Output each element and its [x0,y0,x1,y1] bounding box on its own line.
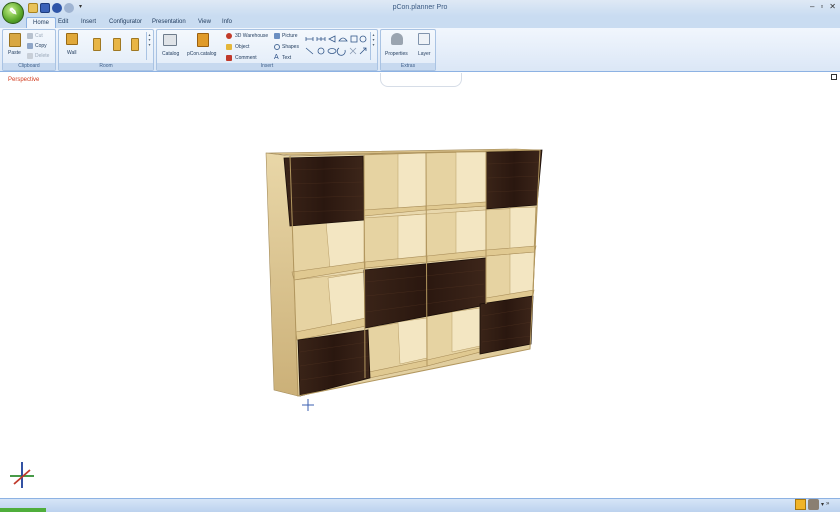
copy-icon [27,43,33,49]
expand-icon[interactable]: » [826,499,836,510]
app-orb-icon[interactable]: ✎ [2,2,24,24]
room-group-label: Room [59,63,153,70]
extras-group-label: Extras [381,63,435,70]
tab-configurator[interactable]: Configurator [103,17,148,28]
title-bar: ▾ pCon.planner Pro – ▫ ✕ [0,0,840,16]
3d-warehouse-button[interactable]: 3D Warehouse [235,33,268,39]
shelving-unit[interactable] [265,148,543,397]
axes-icon [10,462,34,488]
ribbon-tabs: Home Edit Insert Configurator Presentati… [0,16,840,40]
grid-icon[interactable] [794,499,806,510]
delete-button[interactable]: Delete [35,53,49,59]
room-gallery-scroll[interactable]: ▴ ▾ ▾ [146,32,152,60]
tab-view[interactable]: View [192,17,217,28]
text-button[interactable]: Text [282,55,291,61]
extras-group: Properties Layer Extras [380,29,436,71]
catalog-icon[interactable] [163,34,177,46]
wall-icon[interactable] [66,33,78,45]
warehouse-icon [226,33,232,39]
ribbon: Paste Cut Copy Delete Clipboard Wall ▴ ▾ ▾… [0,28,840,72]
dropdown-icon[interactable]: ▾ [821,499,824,510]
layer-button[interactable]: Layer [418,51,431,57]
status-progress [0,508,46,512]
shapes-icon [274,44,280,50]
tab-edit[interactable]: Edit [52,17,74,28]
wall-button[interactable]: Wall [67,50,77,56]
delete-icon [27,53,33,59]
clipboard-group: Paste Cut Copy Delete Clipboard [2,29,56,71]
pivot-marker [302,399,314,411]
minimize-icon[interactable]: – [810,2,814,11]
clipboard-group-label: Clipboard [3,63,55,70]
pcon-catalog-button[interactable]: pCon.catalog [187,51,216,57]
restore-viewport-icon[interactable] [831,74,837,80]
tab-info[interactable]: Info [216,17,238,28]
picture-button[interactable]: Picture [282,33,298,39]
insert-gallery-scroll[interactable]: ▴ ▾ ▾ [370,32,376,60]
object-button[interactable]: Object [235,44,249,50]
copy-button[interactable]: Copy [35,43,47,49]
cut-icon [27,33,33,39]
pcon-catalog-icon[interactable] [197,33,209,47]
room-group: Wall ▴ ▾ ▾ Room [58,29,154,71]
cut-button[interactable]: Cut [35,33,43,39]
window-title: pCon.planner Pro [392,4,448,11]
maximize-icon[interactable]: ▫ [820,2,823,11]
view-toolbar-ghost [380,73,462,87]
comment-button[interactable]: Comment [235,55,257,61]
insert-group-label: Insert [157,63,377,70]
comment-icon [226,55,232,61]
catalog-button[interactable]: Catalog [162,51,179,57]
picture-icon [274,33,280,39]
opening-icon[interactable] [131,38,139,51]
window-icon[interactable] [113,38,121,51]
paste-button[interactable]: Paste [8,50,21,56]
render-mode-icon[interactable] [807,499,819,510]
tab-presentation[interactable]: Presentation [146,17,192,28]
close-icon[interactable]: ✕ [829,2,836,11]
layer-icon[interactable] [418,33,430,45]
shapes-button[interactable]: Shapes [282,44,299,50]
drawing-tools-gallery[interactable] [305,35,369,57]
status-bar [0,498,840,512]
paste-icon[interactable] [9,33,21,47]
object-icon [226,44,232,50]
tab-insert[interactable]: Insert [75,17,102,28]
view-mode-label[interactable]: Perspective [8,77,39,83]
insert-group: Catalog pCon.catalog 3D Warehouse Object… [156,29,378,71]
properties-button[interactable]: Properties [385,51,408,57]
door-icon[interactable] [93,38,101,51]
properties-icon[interactable] [391,33,403,45]
text-icon: A [274,54,279,61]
